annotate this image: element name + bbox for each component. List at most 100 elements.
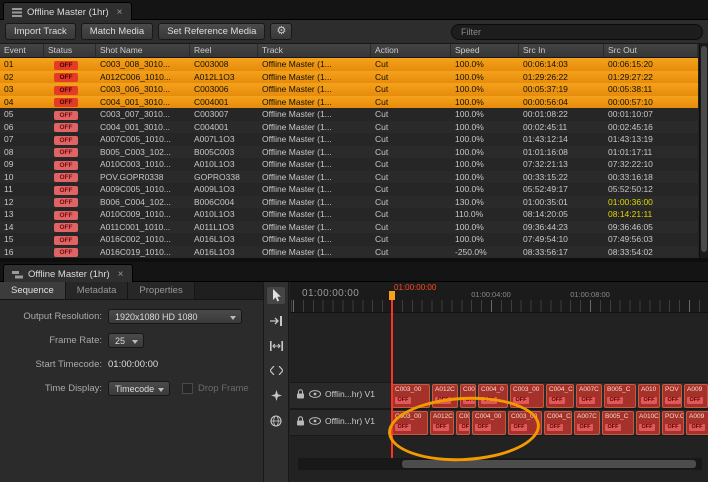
tab-sequence[interactable]: Sequence	[0, 282, 66, 299]
tab-properties[interactable]: Properties	[128, 282, 194, 299]
timeline-clip[interactable]: B005_COFF	[602, 411, 634, 435]
vertical-scrollbar[interactable]	[699, 44, 708, 258]
column-header-action[interactable]: Action	[371, 44, 451, 57]
tab-metadata[interactable]: Metadata	[66, 282, 129, 299]
lock-icon[interactable]	[296, 416, 305, 426]
panel-tabs: Sequence Metadata Properties	[0, 282, 263, 300]
cell-src-in: 09:36:44:23	[519, 222, 604, 232]
horizontal-scrollbar[interactable]	[298, 458, 702, 470]
table-row[interactable]: 03OFFC003_006_3010...C003006Offline Mast…	[0, 83, 698, 96]
timeline-clip[interactable]: A007COFF	[576, 384, 602, 408]
tab-offline-master-timeline[interactable]: Offline Master (1hr) ×	[3, 264, 133, 283]
table-row[interactable]: 08OFFB005_C003_102...B005C003Offline Mas…	[0, 146, 698, 159]
timeline-clip[interactable]: C00OFF	[460, 384, 476, 408]
timeline-clip[interactable]: C003_00OFF	[508, 411, 542, 435]
pan-view-tool-button[interactable]	[267, 412, 285, 429]
cell-src-out: 08:14:21:11	[604, 209, 698, 219]
cell-event: 01	[0, 59, 44, 69]
table-row[interactable]: 07OFFA007C005_1010...A007L1O3Offline Mas…	[0, 133, 698, 146]
clip-label: POV.C	[665, 413, 681, 420]
table-row[interactable]: 12OFFB006_C004_102...B006C004Offline Mas…	[0, 196, 698, 209]
column-header-reel[interactable]: Reel	[190, 44, 258, 57]
gear-icon: ⚙	[277, 25, 287, 37]
table-row[interactable]: 05OFFC003_007_3010...C003007Offline Mast…	[0, 108, 698, 121]
column-header-speed[interactable]: Speed	[451, 44, 519, 57]
close-icon[interactable]: ×	[117, 7, 123, 18]
table-row[interactable]: 09OFFA010C003_1010...A010L1O3Offline Mas…	[0, 158, 698, 171]
timeline-clip[interactable]: C004_00OFF	[472, 411, 506, 435]
timeline-clip[interactable]: C003_00OFF	[510, 384, 544, 408]
timeline-clip[interactable]: A012COFF	[430, 411, 454, 435]
eye-icon[interactable]	[309, 390, 321, 398]
timeline-clip[interactable]: B005_COFF	[604, 384, 636, 408]
timeline-clip[interactable]: A009OFF	[684, 384, 708, 408]
clip-label: C003_00	[395, 386, 427, 393]
bottom-tab-bar: Offline Master (1hr) ×	[0, 262, 708, 282]
filter-input[interactable]	[451, 24, 703, 40]
cell-reel: A007L1O3	[190, 134, 258, 144]
drop-frame-checkbox[interactable]	[182, 383, 193, 394]
table-row[interactable]: 11OFFA009C005_1010...A009L1O3Offline Mas…	[0, 183, 698, 196]
column-header-src-in[interactable]: Src In	[519, 44, 604, 57]
status-cell: OFF	[44, 171, 96, 182]
column-header-track[interactable]: Track	[258, 44, 371, 57]
clip-off-badge: OFF	[459, 424, 470, 431]
cell-reel: C004001	[190, 97, 258, 107]
column-header-event[interactable]: Event	[0, 44, 44, 57]
timeline-clip[interactable]: C004_COFF	[544, 411, 572, 435]
close-icon[interactable]: ×	[118, 269, 124, 280]
status-cell: OFF	[44, 159, 96, 170]
timeline-clip[interactable]: C00OFF	[456, 411, 470, 435]
vertical-scrollbar-thumb[interactable]	[701, 46, 707, 252]
timeline-clip[interactable]: C004_0OFF	[478, 384, 508, 408]
frame-rate-label: Frame Rate:	[0, 335, 108, 346]
selection-tool-button[interactable]	[267, 287, 285, 304]
eye-icon[interactable]	[309, 417, 321, 425]
table-row[interactable]: 01OFFC003_008_3010...C003008Offline Mast…	[0, 58, 698, 71]
slip-tool-button[interactable]	[267, 362, 285, 379]
set-reference-media-button[interactable]: Set Reference Media	[158, 23, 265, 40]
timeline-clip[interactable]: C003_00OFF	[392, 411, 428, 435]
frame-rate-dropdown[interactable]: 25	[108, 333, 144, 348]
cell-action: Cut	[371, 59, 451, 69]
table-row[interactable]: 16OFFA016C019_1010...A016L1O3Offline Mas…	[0, 246, 698, 259]
table-row[interactable]: 10OFFPOV.GOPR0338GOPRO338Offline Master …	[0, 171, 698, 184]
table-row[interactable]: 13OFFA010C009_1010...A010L1O3Offline Mas…	[0, 208, 698, 221]
lock-icon[interactable]	[296, 389, 305, 399]
clip-off-badge: OFF	[689, 424, 705, 431]
time-display-dropdown[interactable]: Timecode	[108, 381, 170, 396]
horizontal-scrollbar-thumb[interactable]	[402, 460, 696, 468]
cell-action: Cut	[371, 84, 451, 94]
column-header-src-out[interactable]: Src Out	[604, 44, 698, 57]
cell-reel: B005C003	[190, 147, 258, 157]
table-row[interactable]: 14OFFA011C001_1010...A011L1O3Offline Mas…	[0, 221, 698, 234]
effects-tool-button[interactable]	[267, 387, 285, 404]
column-header-status[interactable]: Status	[44, 44, 96, 57]
trim-tool-button[interactable]	[267, 337, 285, 354]
column-header-shot-name[interactable]: Shot Name	[96, 44, 190, 57]
timeline-clip[interactable]: POV.COFF	[662, 411, 684, 435]
gear-button[interactable]: ⚙	[270, 23, 292, 40]
table-row[interactable]: 06OFFC004_001_3010...C004001Offline Mast…	[0, 121, 698, 134]
tab-offline-master-events[interactable]: Offline Master (1hr) ×	[3, 2, 132, 21]
timeline-clip[interactable]: POVOFF	[662, 384, 682, 408]
match-media-button[interactable]: Match Media	[81, 23, 153, 40]
table-row[interactable]: 02OFFA012C006_1010...A012L1O3Offline Mas…	[0, 71, 698, 84]
timeline-clip[interactable]: A009OFF	[686, 411, 708, 435]
table-row[interactable]: 04OFFC004_001_3010...C004001Offline Mast…	[0, 96, 698, 109]
import-track-button[interactable]: Import Track	[5, 23, 76, 40]
timeline-clip[interactable]: A007COFF	[574, 411, 600, 435]
timeline-clip[interactable]: C004_COFF	[546, 384, 574, 408]
track-select-tool-button[interactable]	[267, 312, 285, 329]
timeline-clip[interactable]: A012COFF	[432, 384, 458, 408]
playhead[interactable]	[391, 296, 393, 458]
output-resolution-dropdown[interactable]: 1920x1080 HD 1080	[108, 309, 242, 324]
timeline-ruler[interactable]: 01:00:00:00 01:00:00:00 01:00:04:0001:00…	[290, 282, 708, 313]
playhead-marker[interactable]	[389, 291, 395, 300]
cell-src-in: 07:32:21:13	[519, 159, 604, 169]
timeline-clip[interactable]: C003_00OFF	[392, 384, 430, 408]
timeline-clip[interactable]: A010OFF	[638, 384, 660, 408]
clip-off-badge: OFF	[463, 397, 476, 404]
timeline-clip[interactable]: A010COFF	[636, 411, 660, 435]
table-row[interactable]: 15OFFA016C002_1010...A016L1O3Offline Mas…	[0, 233, 698, 246]
